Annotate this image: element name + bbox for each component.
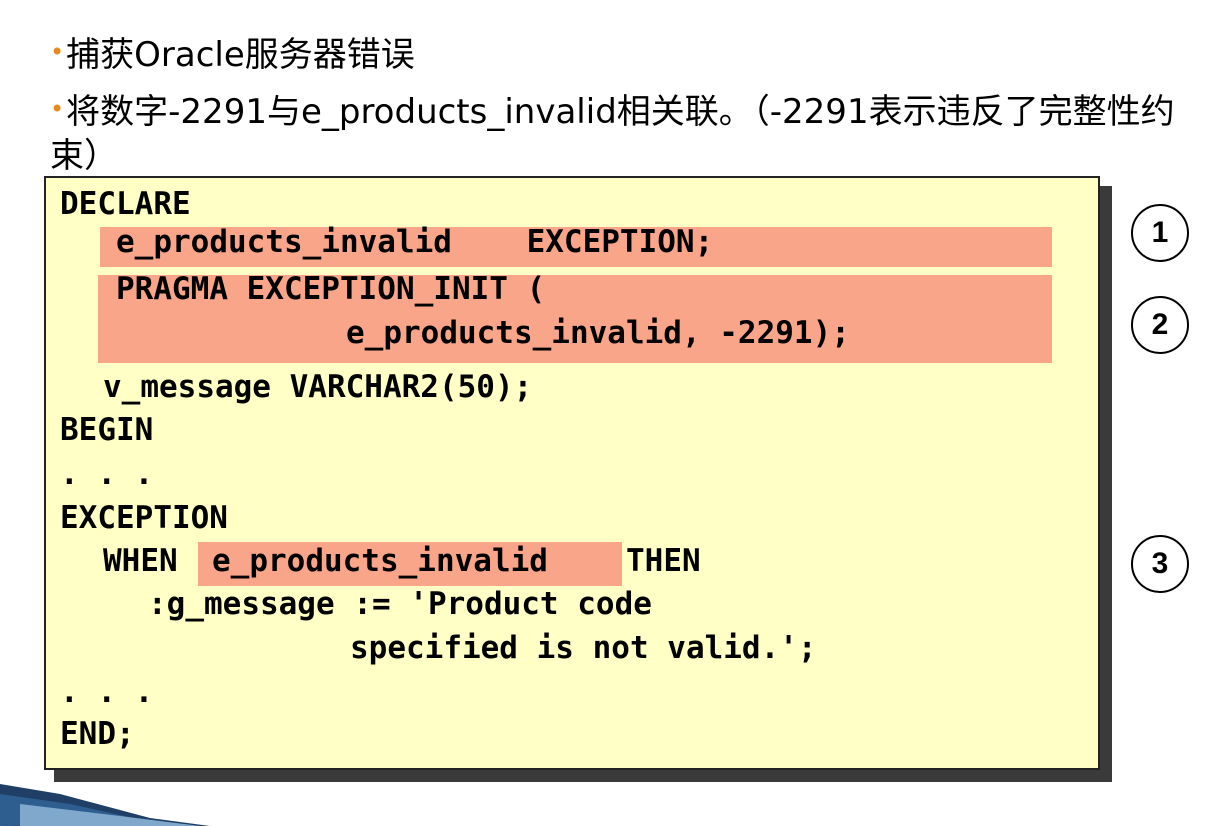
slide-corner-swoosh-icon [0, 784, 210, 826]
code-line-exception: EXCEPTION [60, 500, 228, 536]
code-line-begin: BEGIN [60, 412, 154, 448]
code-token-exception-name: e_products_invalid [212, 543, 548, 579]
code-token-when: WHEN [103, 543, 178, 579]
code-line-exception-decl: e_products_invalid EXCEPTION; [116, 224, 714, 260]
code-line-pragma: PRAGMA EXCEPTION_INIT ( [116, 271, 546, 307]
code-line-message-text: specified is not valid.'; [350, 630, 817, 666]
bullet-dot-icon: • [50, 95, 65, 123]
code-line-end: END; [60, 716, 135, 752]
callout-number-3: 3 [1131, 535, 1189, 593]
callout-number-1: 1 [1131, 204, 1189, 262]
code-line-pragma-args: e_products_invalid, -2291); [346, 315, 850, 351]
code-line-v-message: v_message VARCHAR2(50); [103, 369, 533, 405]
code-line-ellipsis-1: . . . [60, 456, 154, 492]
bullet-text: 将数字-2291与e_products_invalid相关联。（-2291表示违… [50, 92, 1175, 176]
code-line-ellipsis-2: . . . [60, 674, 154, 710]
bullet-text: 捕获Oracle服务器错误 [66, 35, 415, 75]
callout-number-2: 2 [1131, 296, 1189, 354]
bullet-dot-icon: • [50, 38, 65, 66]
code-token-then: THEN [626, 543, 701, 579]
code-line-g-message: :g_message := 'Product code [148, 586, 652, 622]
code-line-declare: DECLARE [60, 186, 191, 222]
bullet-associate-2291: •将数字-2291与e_products_invalid相关联。（-2291表示… [50, 87, 1190, 178]
bullet-capture-oracle-errors: •捕获Oracle服务器错误 [50, 30, 1190, 77]
